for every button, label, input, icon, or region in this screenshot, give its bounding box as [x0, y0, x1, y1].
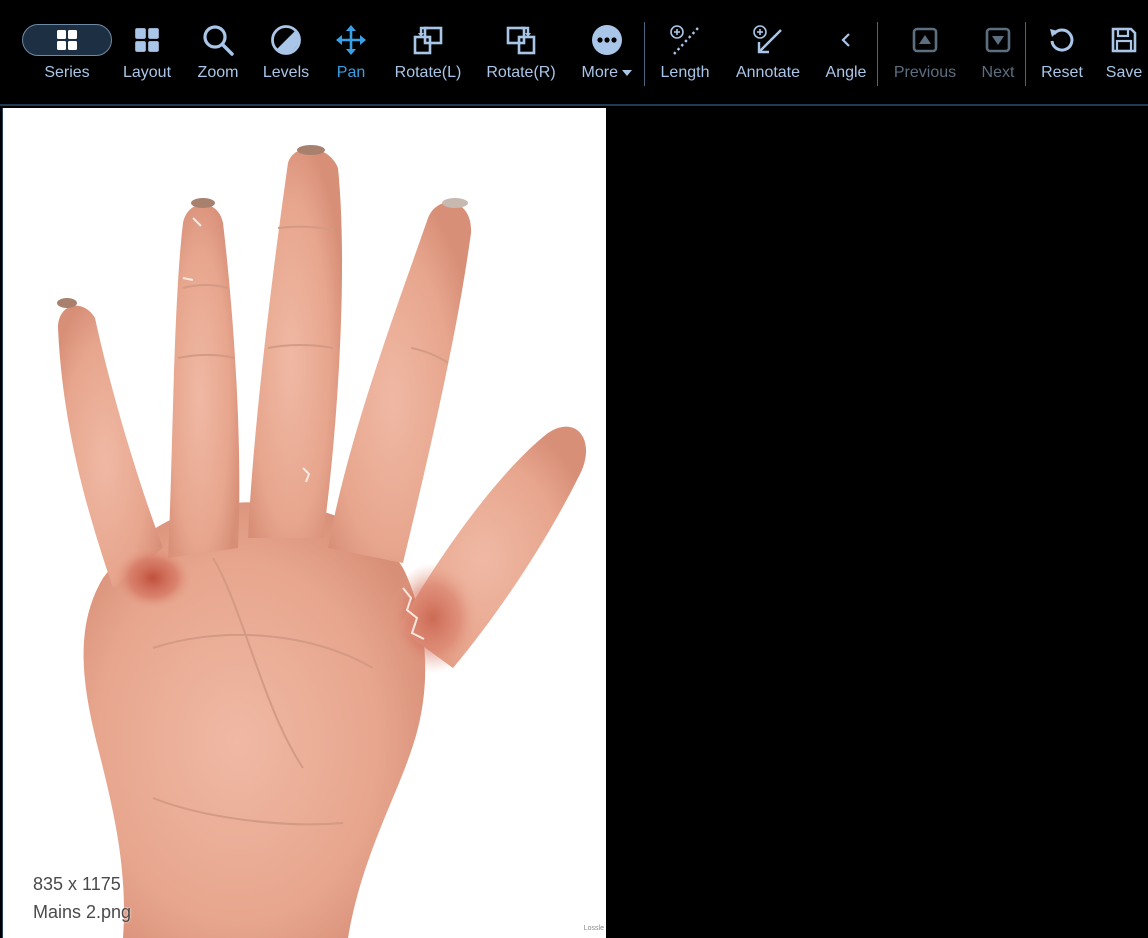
more-button[interactable]: More: [576, 0, 638, 104]
save-label: Save: [1105, 64, 1143, 81]
toolbar: Series Layout Zoom Levels Pan Rotate(L): [0, 0, 1148, 106]
previous-label: Previous: [893, 64, 957, 81]
toolbar-separator: [1025, 22, 1026, 86]
levels-button[interactable]: Levels: [256, 0, 316, 104]
angle-label: Angle: [825, 64, 867, 81]
next-label: Next: [981, 64, 1015, 81]
length-button[interactable]: Length: [654, 0, 716, 104]
image-filename: Mains 2.png: [33, 902, 132, 922]
caret-down-box-icon: [985, 20, 1011, 60]
watermark-text: Lossle: [583, 925, 604, 932]
zoom-label: Zoom: [197, 64, 239, 81]
grid-icon: [22, 24, 112, 56]
previous-button[interactable]: Previous: [888, 0, 962, 104]
rotate-left-icon: [412, 20, 444, 60]
image-dimensions: 835 x 1175: [33, 874, 121, 894]
image-panel[interactable]: 835 x 1175 Mains 2.png Lossle: [2, 108, 606, 938]
hand-image: [3, 108, 606, 938]
angle-icon: [834, 20, 858, 60]
series-label: Series: [44, 64, 90, 81]
layout-icon: [134, 20, 160, 60]
move-arrows-icon: [335, 20, 367, 60]
layout-button[interactable]: Layout: [117, 0, 177, 104]
rotate-right-label: Rotate(R): [486, 64, 556, 81]
search-icon: [202, 20, 234, 60]
more-label: More: [582, 64, 633, 82]
undo-icon: [1047, 20, 1077, 60]
rotate-right-button[interactable]: Rotate(R): [481, 0, 561, 104]
more-dots-icon: [591, 20, 623, 60]
zoom-button[interactable]: Zoom: [190, 0, 246, 104]
annotate-label: Annotate: [735, 64, 801, 81]
reset-button[interactable]: Reset: [1036, 0, 1088, 104]
next-button[interactable]: Next: [976, 0, 1020, 104]
layout-label: Layout: [122, 64, 172, 81]
angle-button[interactable]: Angle: [821, 0, 871, 104]
ruler-measure-icon: [668, 20, 702, 60]
pan-label: Pan: [336, 64, 366, 81]
rotate-left-label: Rotate(L): [394, 64, 462, 81]
rotate-right-icon: [505, 20, 537, 60]
caret-down-icon: [622, 70, 633, 76]
series-button[interactable]: Series: [22, 0, 112, 104]
rotate-left-button[interactable]: Rotate(L): [388, 0, 468, 104]
save-button[interactable]: Save: [1102, 0, 1146, 104]
toolbar-separator: [877, 22, 878, 86]
caret-up-box-icon: [912, 20, 938, 60]
annotate-button[interactable]: Annotate: [729, 0, 807, 104]
levels-label: Levels: [262, 64, 310, 81]
contrast-icon: [270, 20, 302, 60]
length-label: Length: [660, 64, 710, 81]
pan-button[interactable]: Pan: [326, 0, 376, 104]
arrow-annotate-icon: [751, 20, 785, 60]
image-viewport[interactable]: 835 x 1175 Mains 2.png Lossle: [0, 106, 1148, 938]
floppy-disk-icon: [1110, 20, 1138, 60]
toolbar-separator: [644, 22, 645, 86]
reset-label: Reset: [1041, 64, 1083, 81]
